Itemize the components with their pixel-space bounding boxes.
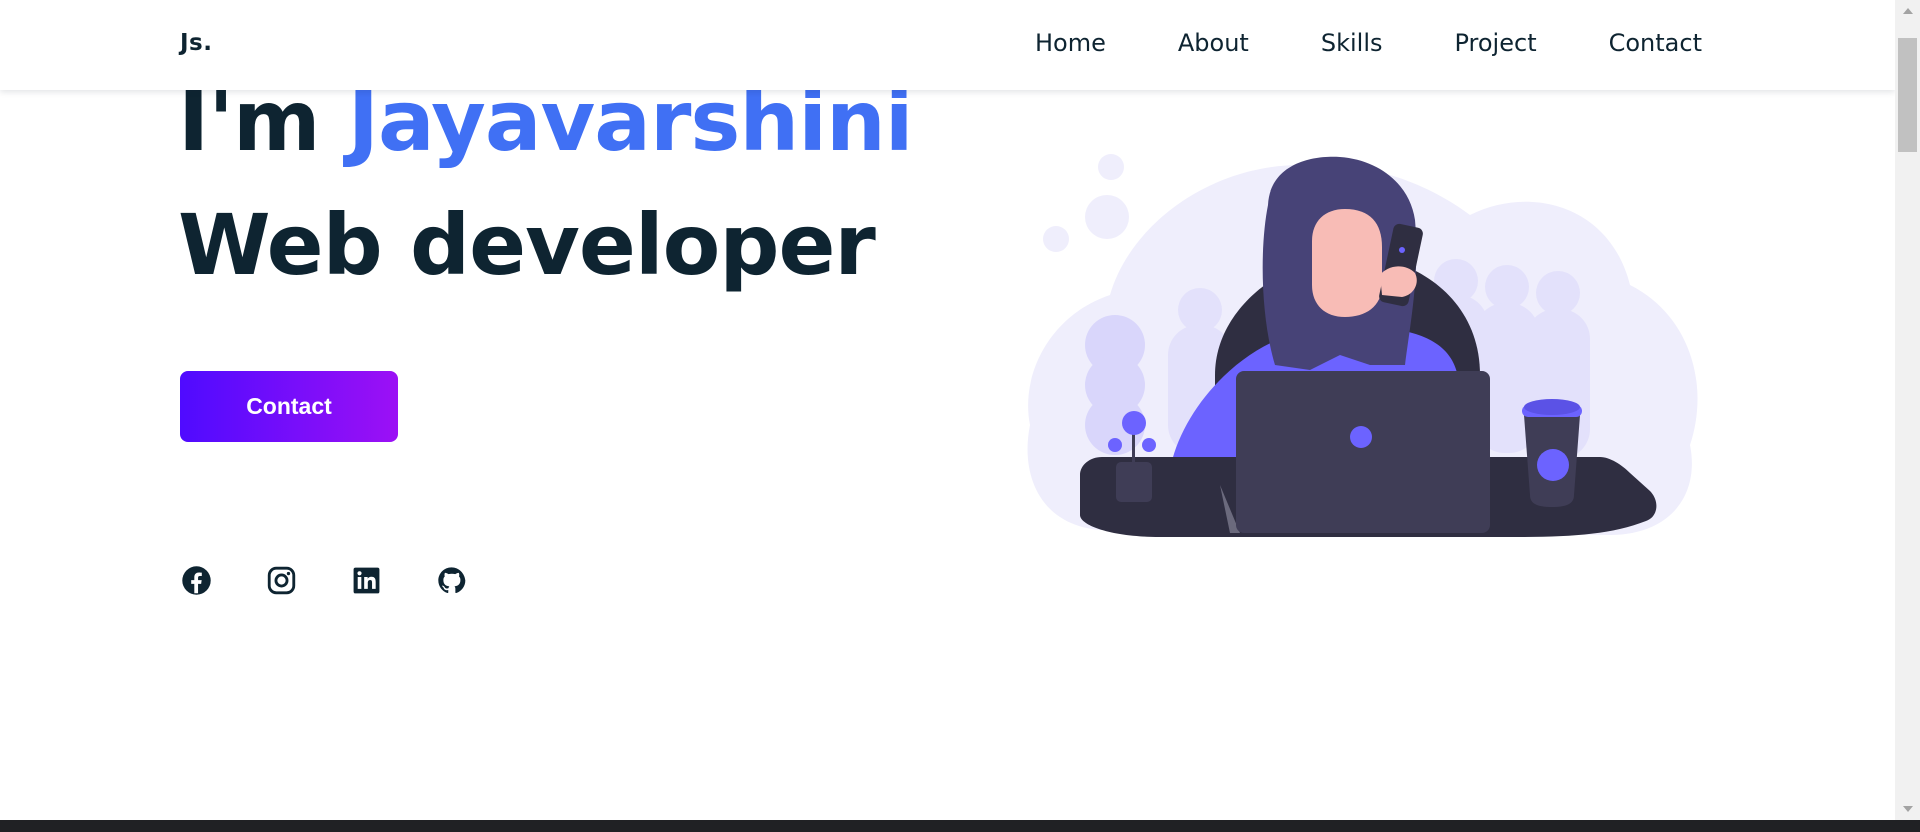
scrollbar-thumb[interactable] [1898, 38, 1917, 152]
scroll-down-arrow-icon[interactable] [1903, 806, 1913, 812]
hero-role-heading: Web developer [178, 196, 876, 294]
github-icon[interactable] [436, 565, 467, 596]
os-taskbar [0, 820, 1920, 832]
coffee-cup-logo-shape [1537, 449, 1569, 481]
plant-flower-shape [1142, 438, 1156, 452]
nav-skills-link[interactable]: Skills [1321, 29, 1383, 57]
hero-illustration [1010, 145, 1710, 545]
linkedin-icon[interactable] [351, 565, 382, 596]
laptop-logo-shape [1350, 426, 1372, 448]
person-hand-shape [1380, 266, 1417, 297]
nav-home-link[interactable]: Home [1035, 29, 1106, 57]
nav-contact-link[interactable]: Contact [1609, 29, 1702, 57]
vertical-scrollbar[interactable] [1895, 0, 1920, 820]
phone-camera-shape [1399, 247, 1405, 253]
contact-button[interactable]: Contact [180, 371, 398, 442]
bubble-shape [1043, 226, 1069, 252]
nav-project-link[interactable]: Project [1454, 29, 1536, 57]
scroll-up-arrow-icon[interactable] [1903, 8, 1913, 14]
site-logo[interactable]: Js. [180, 30, 213, 56]
page-viewport: Js. Home About Skills Project Contact I'… [0, 0, 1895, 820]
bubble-shape [1085, 195, 1129, 239]
plant-flower-shape [1108, 438, 1122, 452]
facebook-icon[interactable] [181, 565, 212, 596]
instagram-icon[interactable] [266, 565, 297, 596]
main-nav: Home About Skills Project Contact [1035, 29, 1702, 57]
plant-pot-shape [1116, 462, 1152, 502]
plant-flower-shape [1122, 411, 1146, 435]
site-header: Js. Home About Skills Project Contact [0, 0, 1895, 90]
social-links [181, 565, 467, 596]
nav-about-link[interactable]: About [1178, 29, 1249, 57]
bubble-shape [1098, 154, 1124, 180]
laptop-shape [1236, 371, 1490, 533]
coffee-cup-lid-top-shape [1524, 399, 1580, 415]
person-face-shape [1312, 209, 1382, 317]
